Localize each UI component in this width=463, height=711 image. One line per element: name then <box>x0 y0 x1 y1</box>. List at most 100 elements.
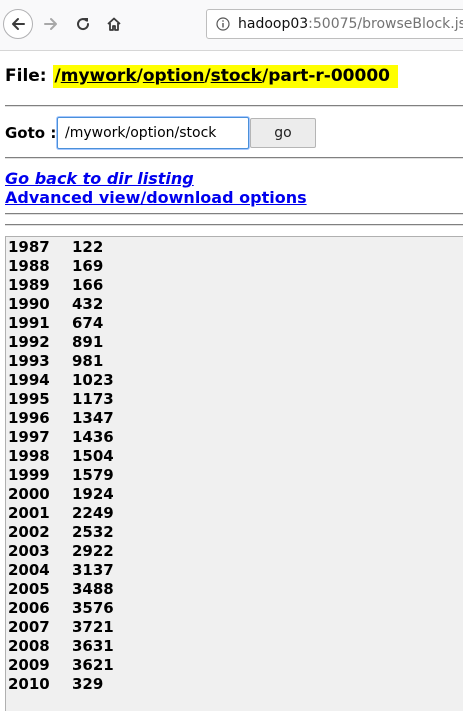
record-count: 1023 <box>72 371 114 389</box>
record-row: 2005 3488 <box>8 580 114 599</box>
record-row: 1998 1504 <box>8 447 114 466</box>
record-row: 2003 2922 <box>8 542 114 561</box>
record-count: 891 <box>72 333 104 351</box>
record-year: 1999 <box>8 466 50 484</box>
record-year: 1995 <box>8 390 50 408</box>
arrow-right-icon <box>44 18 57 30</box>
record-count: 2249 <box>72 504 114 522</box>
record-count: 3576 <box>72 599 114 617</box>
record-row: 2006 3576 <box>8 599 114 618</box>
record-count: 1347 <box>72 409 114 427</box>
record-row: 1993 981 <box>8 352 114 371</box>
record-count: 166 <box>72 276 104 294</box>
file-path: /mywork/option/stock/part-r-00000 <box>52 65 398 88</box>
home-button[interactable] <box>99 9 129 39</box>
record-row: 1995 1173 <box>8 390 114 409</box>
record-count: 3488 <box>72 580 114 598</box>
record-row: 1990 432 <box>8 295 114 314</box>
record-row: 1994 1023 <box>8 371 114 390</box>
record-row: 1999 1579 <box>8 466 114 485</box>
record-count: 2532 <box>72 523 114 541</box>
record-year: 2006 <box>8 599 50 617</box>
record-year: 1993 <box>8 352 50 370</box>
url-path: :50075/browseBlock.jsp? <box>308 16 463 32</box>
record-count: 1504 <box>72 447 114 465</box>
divider <box>5 213 463 215</box>
goto-input[interactable] <box>57 117 249 149</box>
file-contents[interactable]: 1987 122 1988 169 1989 166 1990 432 1991 674 1992 8… <box>5 236 463 711</box>
record-year: 2003 <box>8 542 50 560</box>
record-year: 2001 <box>8 504 50 522</box>
record-row: 1988 169 <box>8 257 114 276</box>
record-list: 1987 122 1988 169 1989 166 1990 432 1991 674 1992 8… <box>8 238 114 694</box>
record-row: 1991 674 <box>8 314 114 333</box>
record-year: 1989 <box>8 276 50 294</box>
back-button[interactable] <box>3 9 33 39</box>
reload-button[interactable] <box>68 9 98 39</box>
record-row: 1989 166 <box>8 276 114 295</box>
record-year: 2007 <box>8 618 50 636</box>
advanced-view-link[interactable]: Advanced view/download options <box>5 188 307 207</box>
divider <box>5 105 463 107</box>
record-count: 3621 <box>72 656 114 674</box>
browser-toolbar: hadoop03:50075/browseBlock.jsp? <box>0 0 463 51</box>
record-year: 1990 <box>8 295 50 313</box>
reload-icon <box>77 18 90 31</box>
record-count: 2922 <box>72 542 114 560</box>
record-count: 1436 <box>72 428 114 446</box>
record-row: 2007 3721 <box>8 618 114 637</box>
goto-label: Goto : <box>5 124 57 142</box>
record-year: 1998 <box>8 447 50 465</box>
record-row: 1992 891 <box>8 333 114 352</box>
record-year: 1991 <box>8 314 50 332</box>
record-count: 169 <box>72 257 104 275</box>
url-host: hadoop03 <box>238 16 309 32</box>
record-year: 2008 <box>8 637 50 655</box>
file-heading: File: /mywork/option/stock/part-r-00000 <box>5 65 398 88</box>
record-year: 2000 <box>8 485 50 503</box>
record-year: 1987 <box>8 238 50 256</box>
go-button[interactable]: go <box>250 118 316 148</box>
record-year: 2005 <box>8 580 50 598</box>
record-row: 1987 122 <box>8 238 114 257</box>
record-count: 1579 <box>72 466 114 484</box>
record-count: 432 <box>72 295 104 313</box>
record-count: 3631 <box>72 637 114 655</box>
record-row: 2001 2249 <box>8 504 114 523</box>
path-link-mywork[interactable]: mywork <box>61 66 137 86</box>
back-to-dir-link[interactable]: Go back to dir listing <box>5 169 194 188</box>
record-year: 2002 <box>8 523 50 541</box>
record-count: 1924 <box>72 485 114 503</box>
record-count: 3721 <box>72 618 114 636</box>
url-bar[interactable]: hadoop03:50075/browseBlock.jsp? <box>206 9 463 39</box>
forward-button[interactable] <box>36 9 66 39</box>
record-row: 1996 1347 <box>8 409 114 428</box>
info-icon[interactable] <box>216 17 230 31</box>
path-filename: part-r-00000 <box>268 66 390 86</box>
home-icon <box>107 17 121 31</box>
record-row: 2010 329 <box>8 675 114 694</box>
record-count: 674 <box>72 314 104 332</box>
divider <box>5 157 463 159</box>
record-count: 981 <box>72 352 104 370</box>
path-link-option[interactable]: option <box>143 66 205 86</box>
record-count: 329 <box>72 675 104 693</box>
record-year: 1997 <box>8 428 50 446</box>
file-label: File: <box>5 66 47 86</box>
record-count: 1173 <box>72 390 114 408</box>
record-count: 3137 <box>72 561 114 579</box>
path-link-stock[interactable]: stock <box>211 66 262 86</box>
record-year: 1992 <box>8 333 50 351</box>
record-row: 2009 3621 <box>8 656 114 675</box>
record-year: 2009 <box>8 656 50 674</box>
arrow-left-icon <box>12 18 25 30</box>
record-row: 2008 3631 <box>8 637 114 656</box>
record-count: 122 <box>72 238 104 256</box>
record-year: 1994 <box>8 371 50 389</box>
record-row: 2002 2532 <box>8 523 114 542</box>
record-year: 1996 <box>8 409 50 427</box>
record-row: 2004 3137 <box>8 561 114 580</box>
record-year: 2010 <box>8 675 50 693</box>
record-row: 1997 1436 <box>8 428 114 447</box>
divider <box>5 224 463 226</box>
